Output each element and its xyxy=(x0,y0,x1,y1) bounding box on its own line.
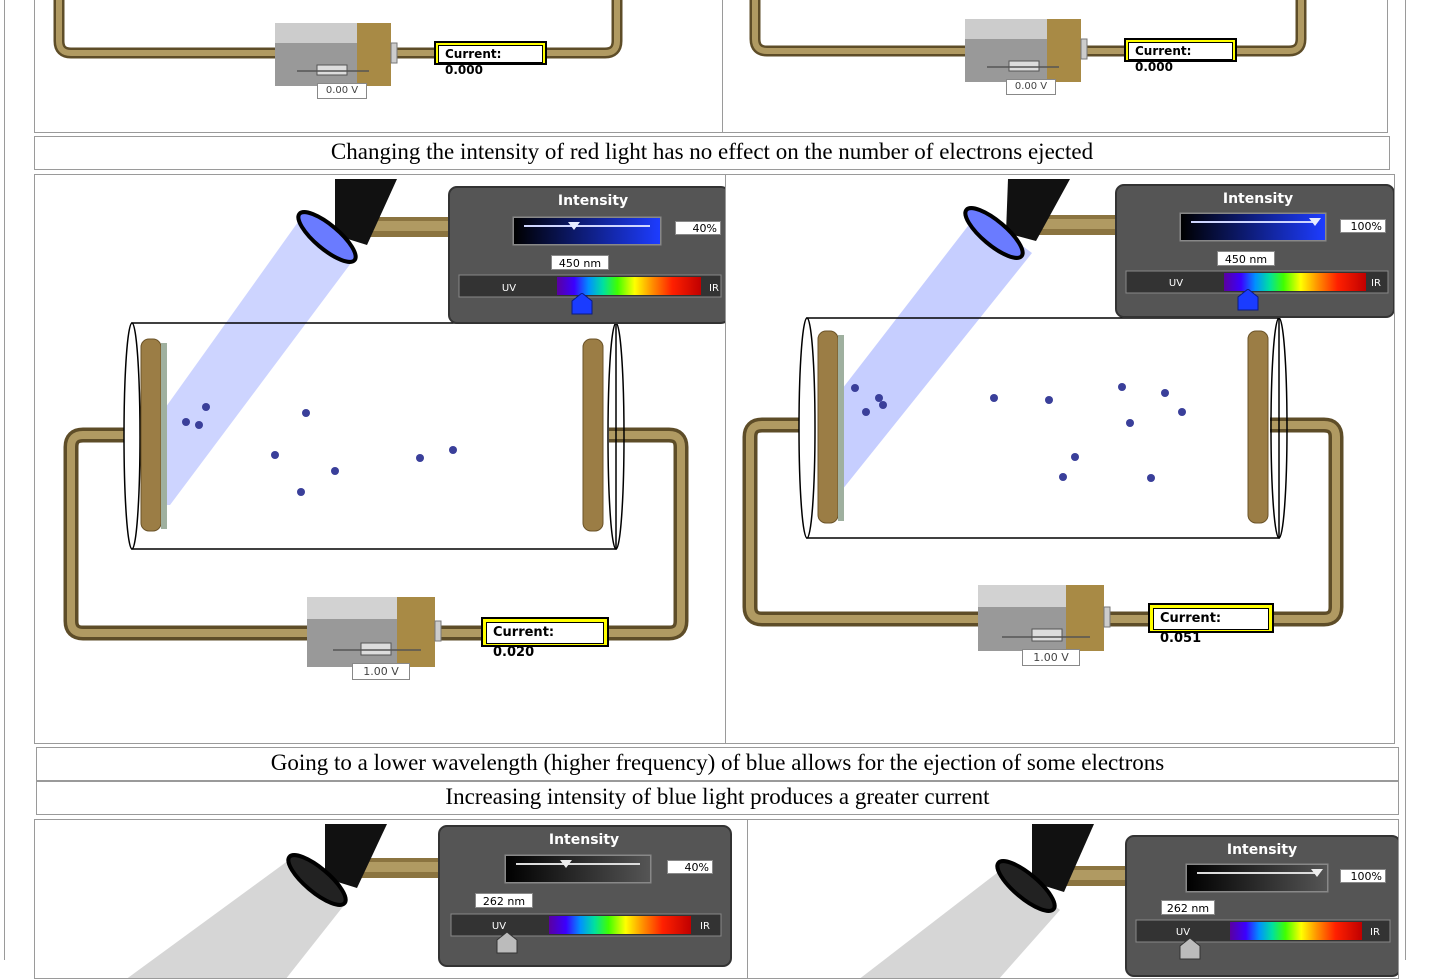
intensity-slider[interactable] xyxy=(513,217,661,245)
light-beam xyxy=(822,213,1032,495)
caption-blue-wavelength: Going to a lower wavelength (higher freq… xyxy=(36,747,1399,781)
intensity-percent[interactable]: 40% xyxy=(675,221,721,235)
current-label: Current: xyxy=(1135,44,1192,58)
battery-icon xyxy=(275,23,398,86)
battery-icon xyxy=(307,597,442,667)
spectrum-bar[interactable] xyxy=(1230,922,1362,940)
wavelength-slider-thumb[interactable] xyxy=(496,931,518,954)
ir-label: IR xyxy=(709,283,719,294)
current-readout: Current: 0.000 xyxy=(434,41,547,77)
current-readout: Current: 0.020 xyxy=(481,617,609,660)
intensity-percent[interactable]: 100% xyxy=(1340,869,1386,883)
spectrum-bar[interactable] xyxy=(549,916,691,934)
current-label: Current: xyxy=(445,47,502,61)
emitter-plate xyxy=(817,330,839,524)
intensity-title: Intensity xyxy=(549,832,619,848)
current-label: Current: xyxy=(493,625,555,640)
collector-plate xyxy=(1247,330,1269,524)
intensity-slider-thumb[interactable] xyxy=(559,860,572,868)
sim-cell-row3-right: Intensity UV IR 100% 262 nm xyxy=(747,819,1399,979)
battery-icon xyxy=(978,585,1111,651)
intensity-slider-thumb[interactable] xyxy=(1309,218,1321,226)
intensity-title: Intensity xyxy=(1223,191,1293,207)
caption-blue-intensity: Increasing intensity of blue light produ… xyxy=(36,781,1399,815)
sim-cell-row2-right: Intensity UV IR 100% 450 nm 1.00 V Curre… xyxy=(725,174,1395,744)
sim-cell-row1-left: 0.00 V Current: 0.000 xyxy=(34,0,723,133)
uv-label: UV xyxy=(1169,278,1183,289)
wavelength-slider-thumb[interactable] xyxy=(1237,288,1259,311)
uv-label: UV xyxy=(1176,927,1190,938)
uv-label: UV xyxy=(492,921,506,932)
voltage-readout[interactable]: 1.00 V xyxy=(352,663,410,680)
current-value: 0.000 xyxy=(445,63,483,77)
current-label: Current: xyxy=(1160,611,1222,626)
wavelength-readout[interactable]: 262 nm xyxy=(1161,900,1215,915)
intensity-slider[interactable] xyxy=(1186,864,1328,892)
circuit-diagram xyxy=(749,0,1307,82)
battery-icon xyxy=(965,19,1088,82)
intensity-title: Intensity xyxy=(558,193,628,209)
current-readout: Current: 0.000 xyxy=(1124,38,1237,74)
wavelength-readout[interactable]: 262 nm xyxy=(475,893,533,908)
ir-label: IR xyxy=(1370,927,1380,938)
wavelength-slider-thumb[interactable] xyxy=(1179,937,1201,960)
voltage-readout[interactable]: 1.00 V xyxy=(1022,649,1080,666)
collector-plate xyxy=(582,338,604,532)
intensity-slider-thumb[interactable] xyxy=(1311,869,1323,877)
intensity-slider[interactable] xyxy=(1180,213,1326,241)
photoelectric-sim: Intensity UV IR xyxy=(860,824,1398,978)
photoelectric-sim: Intensity UV IR xyxy=(63,179,725,667)
current-value: 0.051 xyxy=(1160,631,1202,646)
uv-label: UV xyxy=(502,283,516,294)
light-beam xyxy=(153,215,357,505)
wavelength-slider-thumb[interactable] xyxy=(571,292,593,315)
emitter-plate xyxy=(140,338,162,532)
voltage-readout[interactable]: 0.00 V xyxy=(1006,79,1056,95)
photoelectric-sim: Intensity UV IR xyxy=(127,824,732,978)
intensity-title: Intensity xyxy=(1227,842,1297,858)
wavelength-readout[interactable]: 450 nm xyxy=(1217,251,1275,266)
sim-cell-row1-right: 0.00 V Current: 0.000 xyxy=(722,0,1388,133)
sim-cell-row3-left: Intensity UV IR 40% 262 nm xyxy=(34,819,748,979)
caption-red-intensity: Changing the intensity of red light has … xyxy=(34,136,1390,170)
current-value: 0.020 xyxy=(493,645,535,660)
intensity-slider-thumb[interactable] xyxy=(568,222,581,230)
wavelength-readout[interactable]: 450 nm xyxy=(551,255,609,270)
sim-cell-row2-left: Intensity UV IR 40% 450 nm 1.00 V Curren… xyxy=(34,174,726,744)
intensity-percent[interactable]: 40% xyxy=(667,860,713,874)
intensity-percent[interactable]: 100% xyxy=(1340,219,1386,233)
intensity-slider[interactable] xyxy=(505,855,651,883)
circuit-diagram xyxy=(53,0,623,86)
current-value: 0.000 xyxy=(1135,60,1173,74)
ir-label: IR xyxy=(700,921,710,932)
voltage-readout[interactable]: 0.00 V xyxy=(317,83,367,99)
current-readout: Current: 0.051 xyxy=(1148,603,1274,646)
ir-label: IR xyxy=(1371,278,1381,289)
